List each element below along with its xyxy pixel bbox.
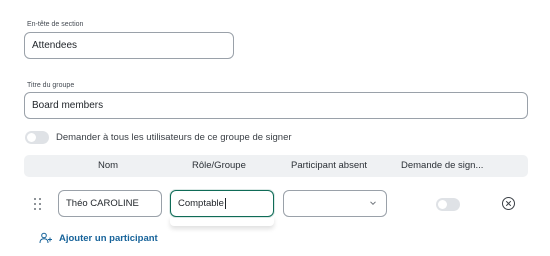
toggle-knob [27, 133, 36, 142]
participant-role-value: Comptable [178, 198, 224, 209]
group-title-label: Titre du groupe [27, 82, 75, 89]
participant-absent-select[interactable] [283, 190, 387, 217]
signature-request-toggle[interactable] [436, 198, 460, 211]
text-caret [224, 198, 226, 209]
column-header-signature: Demande de sign... [401, 160, 484, 171]
group-title-value: Board members [32, 100, 104, 111]
section-header-label: En-tête de section [27, 21, 84, 28]
add-user-icon [39, 232, 52, 244]
section-header-input[interactable]: Attendees [24, 32, 234, 59]
role-suggestions-dropdown [170, 216, 274, 226]
participant-name-value: Théo CAROLINE [66, 198, 139, 209]
add-participant-label: Ajouter un participant [59, 232, 158, 244]
chevron-down-icon [370, 201, 376, 206]
participant-name-input[interactable]: Théo CAROLINE [58, 190, 162, 217]
sign-all-label: Demander à tous les utilisateurs de ce g… [56, 132, 292, 143]
column-header-absent: Participant absent [291, 160, 368, 171]
sign-all-toggle[interactable] [25, 131, 49, 144]
group-title-input[interactable]: Board members [24, 92, 528, 119]
column-header-name: Nom [98, 160, 119, 171]
add-participant-button[interactable]: Ajouter un participant [39, 231, 158, 245]
section-header-value: Attendees [32, 40, 78, 51]
drag-handle-icon[interactable] [34, 198, 42, 210]
participants-table-header: Nom Rôle/Groupe Participant absent Deman… [24, 155, 528, 177]
participant-role-input[interactable]: Comptable [170, 190, 274, 217]
column-header-role: Rôle/Groupe [192, 160, 246, 171]
close-circle-icon[interactable] [501, 196, 516, 211]
toggle-knob [438, 200, 447, 209]
